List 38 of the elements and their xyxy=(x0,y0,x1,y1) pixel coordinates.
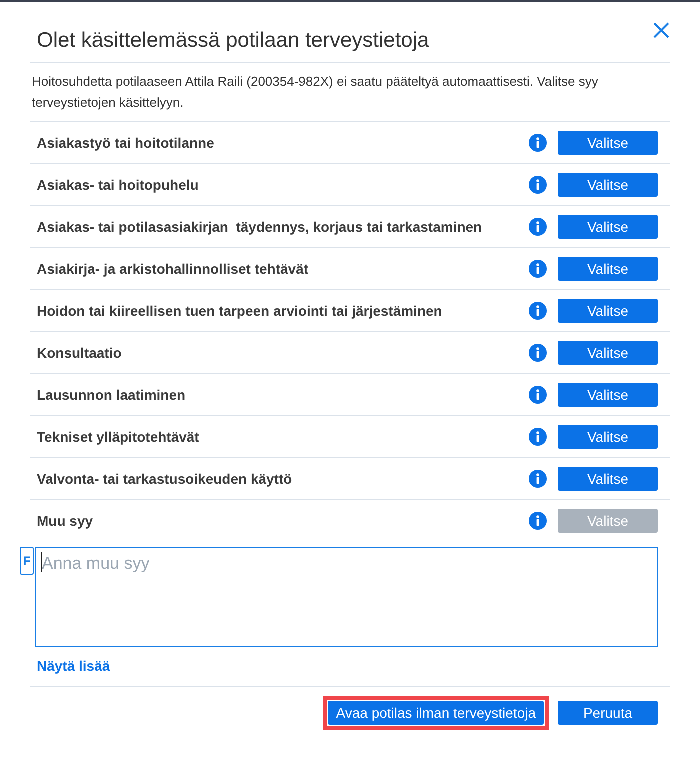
select-button[interactable]: Valitse xyxy=(558,130,658,154)
info-icon[interactable] xyxy=(529,176,547,194)
close-icon[interactable] xyxy=(653,22,670,39)
other-reason-field[interactable]: Anna muu syy xyxy=(35,547,658,647)
select-button[interactable]: Valitse xyxy=(558,172,658,196)
select-button[interactable]: Valitse xyxy=(558,382,658,406)
select-button[interactable]: Valitse xyxy=(558,214,658,238)
select-button[interactable]: Valitse xyxy=(558,340,658,364)
select-button[interactable]: Valitse xyxy=(558,256,658,280)
reason-label: Tekniset ylläpitotehtävät xyxy=(37,428,200,444)
select-button[interactable]: Valitse xyxy=(558,424,658,448)
select-button[interactable]: Valitse xyxy=(558,466,658,490)
footer-button[interactable]: Avaa potilas ilman terveystietoja xyxy=(328,701,544,725)
reason-label: Asiakirja- ja arkistohallinnolliset tehtävät xyxy=(37,260,310,276)
dialog-title: Olet käsittelemässä potilaan terveystietoja xyxy=(37,28,430,54)
info-icon[interactable] xyxy=(529,344,547,362)
reason-label: Muu syy xyxy=(37,512,94,528)
info-icon[interactable] xyxy=(529,134,547,152)
info-icon[interactable] xyxy=(529,218,547,236)
show-more-link[interactable]: Näytä lisää xyxy=(37,658,110,674)
text-cursor-icon xyxy=(41,552,42,572)
description-text: Hoitosuhdetta potilaaseen Attila Raili (200354-982X) ei saatu pääteltyä automaattisesti. Valitse syy terveystietojen käsittelyyn. xyxy=(30,63,670,122)
reason-label: Asiakas- tai hoitopuhelu xyxy=(37,176,200,192)
info-icon[interactable] xyxy=(529,428,547,446)
reason-label: Asiakastyö tai hoitotilanne xyxy=(37,134,216,150)
shortcut-key-badge: F xyxy=(20,547,34,575)
info-icon[interactable] xyxy=(529,302,547,320)
info-icon[interactable] xyxy=(529,386,547,404)
info-icon[interactable] xyxy=(529,260,547,278)
footer-button[interactable]: Peruuta xyxy=(558,701,658,725)
info-icon[interactable] xyxy=(529,512,547,530)
select-button[interactable]: Valitse xyxy=(558,298,658,322)
reason-label: Asiakas- tai potilasasiakirjan täydennys, korjaus tai tarkastaminen xyxy=(37,218,484,234)
reason-label: Lausunnon laatiminen xyxy=(37,386,187,402)
reason-label: Valvonta- tai tarkastusoikeuden käyttö xyxy=(37,470,294,486)
info-icon[interactable] xyxy=(529,470,547,488)
reason-label: Konsultaatio xyxy=(37,344,123,360)
reason-label: Hoidon tai kiireellisen tuen tarpeen arviointi tai järjestäminen xyxy=(37,302,444,318)
